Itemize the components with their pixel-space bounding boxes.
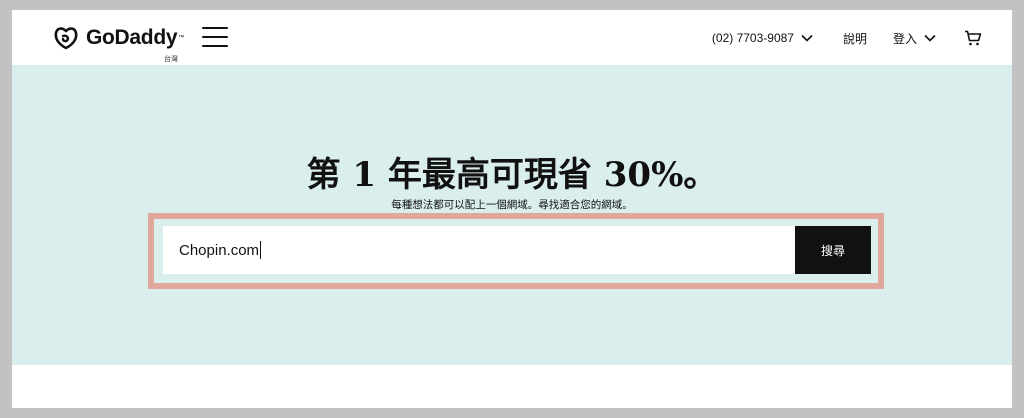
chevron-down-icon (801, 34, 813, 42)
logo-wordmark: GoDaddy (86, 26, 178, 49)
search-input-value: Chopin.com (179, 241, 260, 259)
header-nav: (02) 7703-9087 說明 登入 (712, 28, 982, 48)
shopping-cart-icon (965, 30, 982, 46)
chevron-down-icon (924, 34, 936, 42)
hero-title: 第 1 年最高可現省 30%。 (306, 155, 718, 195)
browser-viewport: GoDaddy ™ 台灣 (02) 7703-9087 說明 登入 第 1 年最… (12, 10, 1012, 408)
site-header: GoDaddy ™ 台灣 (02) 7703-9087 說明 登入 (12, 10, 1012, 65)
cart-button[interactable] (964, 30, 982, 46)
region-label: 台灣 (164, 55, 178, 63)
login-dropdown[interactable]: 登入 (893, 30, 936, 47)
phone-dropdown[interactable]: (02) 7703-9087 (712, 31, 813, 45)
hero-subtitle: 每種想法都可以配上一個網域。尋找適合您的網域。 (391, 199, 633, 211)
login-label: 登入 (892, 31, 917, 46)
godaddy-logo-icon (54, 27, 78, 50)
logo-trademark: ™ (178, 35, 185, 41)
phone-number: (02) 7703-9087 (711, 31, 794, 45)
hamburger-menu-icon[interactable] (202, 27, 228, 47)
domain-search-form: Chopin.com 搜尋 (163, 226, 871, 274)
hero-section: 第 1 年最高可現省 30%。 每種想法都可以配上一個網域。尋找適合您的網域。 … (12, 65, 1012, 365)
text-caret (260, 241, 262, 259)
search-button[interactable]: 搜尋 (795, 226, 871, 274)
help-label: 說明 (842, 31, 867, 46)
godaddy-logo[interactable]: GoDaddy ™ (52, 24, 184, 52)
domain-search-input[interactable]: Chopin.com (163, 226, 795, 274)
help-link[interactable]: 說明 (843, 30, 867, 47)
